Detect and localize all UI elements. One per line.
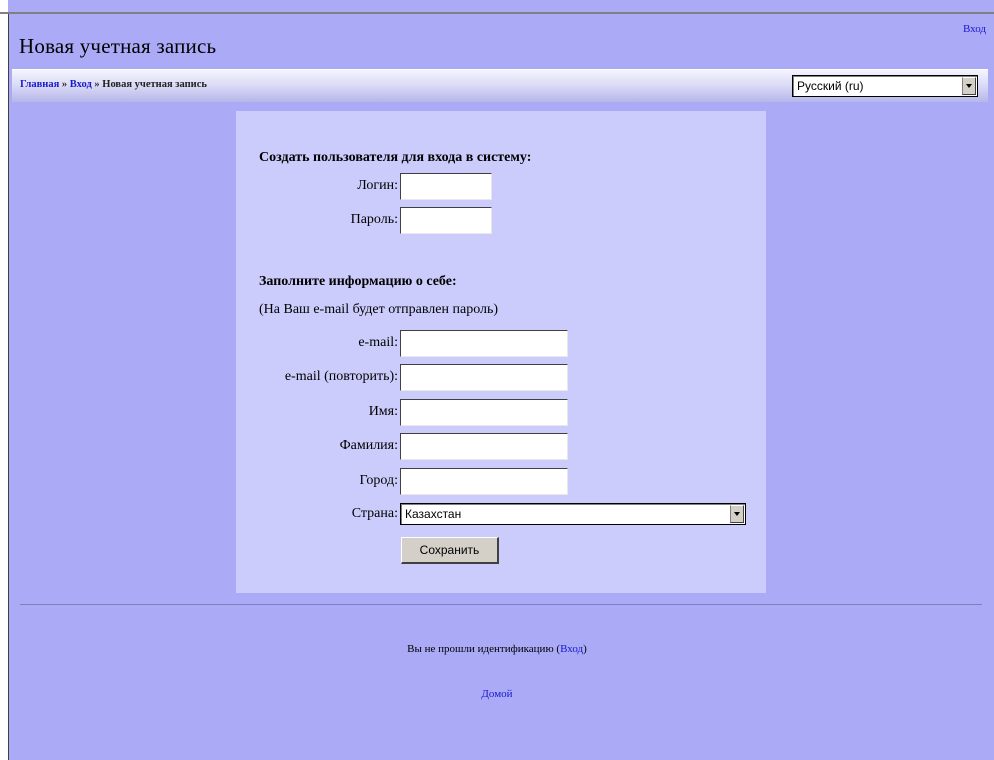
language-select[interactable]: Русский (ru) [792, 75, 978, 97]
page-title: Новая учетная запись [19, 34, 217, 58]
city-label: Город: [359, 473, 398, 488]
password-input[interactable] [400, 207, 492, 234]
breadcrumb-current: Новая учетная запись [102, 79, 207, 90]
save-button[interactable]: Сохранить [401, 537, 499, 564]
breadcrumb: Главная » Вход » Новая учетная запись [20, 79, 207, 90]
login-status: Вы не прошли идентификацию (Вход) [0, 643, 994, 655]
language-select-value: Русский (ru) [797, 79, 864, 93]
country-select[interactable]: Казахстан [400, 503, 746, 525]
breadcrumb-separator: » [59, 79, 70, 90]
email-repeat-input[interactable] [400, 364, 568, 391]
breadcrumb-home-link[interactable]: Главная [20, 79, 59, 90]
lastname-input[interactable] [400, 433, 568, 460]
header-login-link[interactable]: Вход [963, 23, 986, 35]
login-status-close: ) [583, 643, 587, 655]
window-top-border [0, 12, 994, 14]
email-input[interactable] [400, 330, 568, 357]
password-label: Пароль: [350, 212, 398, 227]
footer-divider [20, 604, 982, 605]
section-login-heading: Создать пользователя для входа в систему… [259, 150, 532, 165]
breadcrumb-separator: » [91, 79, 103, 90]
chevron-down-icon[interactable] [730, 505, 744, 523]
email-note: (На Ваш e-mail будет отправлен пароль) [259, 302, 499, 317]
footer-login-link[interactable]: Вход [560, 643, 583, 655]
breadcrumb-login-link[interactable]: Вход [70, 79, 92, 90]
country-label: Страна: [351, 506, 398, 521]
username-label: Логин: [357, 178, 398, 193]
username-input[interactable] [400, 173, 492, 200]
section-profile-heading: Заполните информацию о себе: [259, 274, 457, 289]
firstname-label: Имя: [368, 404, 398, 419]
home-link[interactable]: Домой [0, 688, 994, 700]
city-input[interactable] [400, 468, 568, 495]
firstname-input[interactable] [400, 399, 568, 426]
login-status-text: Вы не прошли идентификацию ( [407, 643, 561, 655]
email-repeat-label: e-mail (повторить): [284, 369, 398, 384]
chevron-down-icon[interactable] [962, 77, 976, 95]
country-select-value: Казахстан [405, 507, 462, 521]
email-label: e-mail: [358, 335, 398, 350]
lastname-label: Фамилия: [339, 438, 398, 453]
